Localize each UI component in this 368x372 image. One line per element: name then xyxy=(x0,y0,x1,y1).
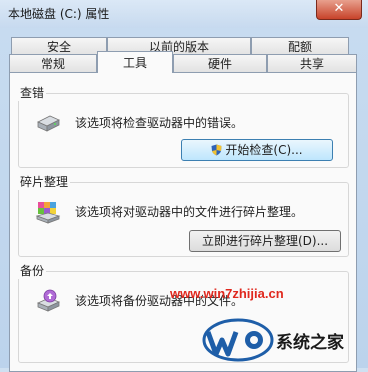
defragment-now-button[interactable]: 立即进行碎片整理(D)... xyxy=(189,230,341,252)
watermark-logo: 系统之家 xyxy=(198,306,368,368)
tab-quota[interactable]: 配额 xyxy=(251,37,349,55)
button-label: 立即进行碎片整理(D)... xyxy=(201,234,329,248)
disk-check-icon xyxy=(37,115,60,132)
error-checking-group: 查错 该选项将检查驱动器中的错误。 开始检查(C)... xyxy=(18,84,349,168)
button-label: 开始检查(C)... xyxy=(225,143,303,157)
tab-general[interactable]: 常规 xyxy=(9,54,97,72)
title-bar[interactable]: 本地磁盘 (C:) 属性 ✕ xyxy=(0,0,368,28)
backup-icon xyxy=(36,289,61,312)
group-title: 碎片整理 xyxy=(18,173,71,190)
defrag-icon xyxy=(35,202,61,224)
tab-label: 共享 xyxy=(299,57,324,71)
tab-label: 配额 xyxy=(287,40,312,54)
window-title: 本地磁盘 (C:) 属性 xyxy=(8,7,110,21)
uac-shield-icon xyxy=(211,144,222,156)
watermark-brand: 系统之家 xyxy=(276,333,344,353)
group-title: 查错 xyxy=(18,84,47,101)
close-icon: ✕ xyxy=(333,1,345,16)
defrag-group: 碎片整理 该选项将对驱动器中的文件进行碎片整理。 立即进行碎片整理(D)... xyxy=(18,173,349,257)
tab-hardware[interactable]: 硬件 xyxy=(173,54,267,72)
windows-logo-icon xyxy=(202,318,274,362)
tab-label: 工具 xyxy=(122,56,147,70)
properties-window: 本地磁盘 (C:) 属性 ✕ 安全 以前的版本 配额 常规 工具 硬件 共享 查… xyxy=(0,0,368,372)
tab-label: 常规 xyxy=(40,57,65,71)
tab-label: 硬件 xyxy=(207,57,232,71)
tab-tools[interactable]: 工具 xyxy=(97,51,173,73)
tab-label: 安全 xyxy=(46,40,71,54)
error-check-description: 该选项将检查驱动器中的错误。 xyxy=(75,116,244,130)
tab-sharing[interactable]: 共享 xyxy=(267,54,357,72)
group-title: 备份 xyxy=(18,262,47,279)
watermark-url: www.win7zhijia.cn xyxy=(170,286,284,301)
tab-security[interactable]: 安全 xyxy=(11,37,107,55)
defrag-description: 该选项将对驱动器中的文件进行碎片整理。 xyxy=(75,205,304,219)
close-button[interactable]: ✕ xyxy=(316,0,362,20)
check-now-button[interactable]: 开始检查(C)... xyxy=(181,139,333,161)
